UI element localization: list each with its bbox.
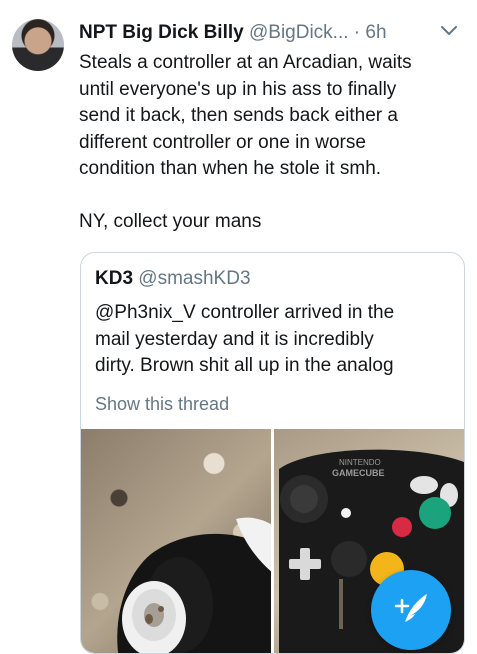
quoted-tweet-header: KD3 @smashKD3 — [95, 268, 251, 290]
quoted-tweet-text: @Ph3nix_V controller arrived in the mail… — [95, 300, 450, 380]
quoted-text-line: dirty. Brown shit all up in the analog — [95, 355, 394, 376]
show-thread-link[interactable]: Show this thread — [95, 394, 229, 415]
tweet-text-line: condition than when he stole it smh. — [79, 158, 382, 179]
chevron-down-icon[interactable] — [441, 26, 457, 36]
compose-tweet-button[interactable] — [371, 570, 451, 650]
tweet-text-line: send it back, then sends back either a — [79, 105, 398, 126]
avatar[interactable] — [12, 19, 64, 71]
compose-tweet-icon — [394, 594, 427, 622]
author-name[interactable]: NPT Big Dick Billy — [79, 22, 244, 43]
quoted-text-line: @Ph3nix_V controller arrived in the — [95, 302, 395, 323]
brand-bottom: GAMECUBE — [332, 468, 385, 478]
timestamp[interactable]: 6h — [365, 22, 386, 43]
tweet-text-line: different controller or one in worse — [79, 131, 366, 153]
tweet-text-line: NY, collect your mans — [79, 211, 262, 232]
author-handle[interactable]: @BigDick... — [249, 22, 349, 43]
quoted-author-handle: @smashKD3 — [138, 268, 251, 289]
separator-dot: · — [353, 22, 361, 43]
quoted-text-line: mail yesterday and it is incredibly — [95, 328, 374, 350]
tweet-text-line: until everyone's up in his ass to finall… — [79, 78, 397, 100]
brand-top: NINTENDO — [339, 458, 381, 467]
quoted-author-name: KD3 — [95, 268, 134, 289]
media-image-controller-left[interactable] — [81, 429, 271, 653]
controller-photo-left — [117, 517, 271, 653]
tweet-header: NPT Big Dick Billy @BigDick... · 6h — [79, 22, 463, 46]
tweet-text-line: Steals a controller at an Arcadian, wait… — [79, 52, 412, 73]
tweet-text: Steals a controller at an Arcadian, wait… — [79, 50, 464, 236]
